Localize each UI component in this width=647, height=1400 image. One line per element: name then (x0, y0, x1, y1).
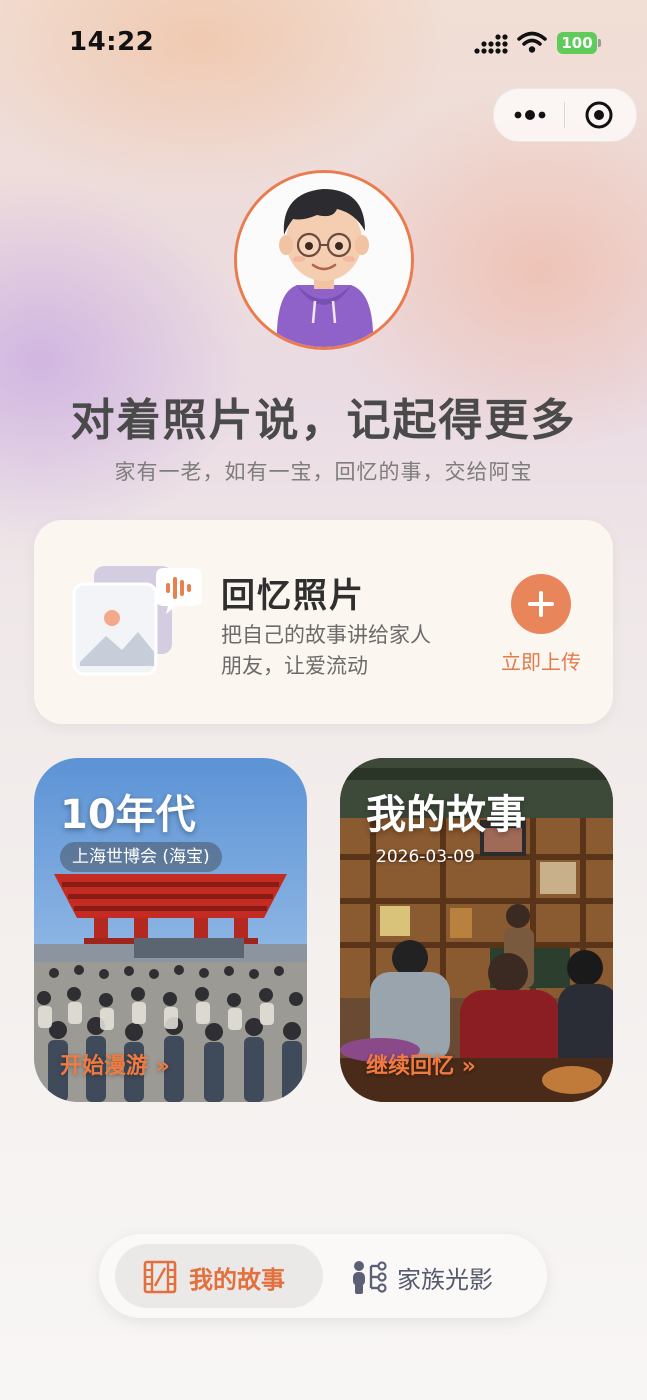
upload-card-title: 回忆照片 (221, 576, 365, 616)
story-card-expo[interactable]: 10年代 上海世博会 (海宝) 开始漫游 » (34, 758, 307, 1102)
photo-voice-icon (72, 566, 202, 676)
tab-family-light[interactable]: 家族光影 (339, 1244, 535, 1308)
bottom-tabbar: 我的故事 家族光影 (99, 1234, 547, 1318)
story-tag: 上海世博会 (海宝) (60, 842, 222, 872)
upload-card-description-line2: 朋友，让爱流动 (221, 654, 368, 678)
film-icon (143, 1260, 177, 1294)
signal-icon (474, 34, 508, 54)
upload-card-description-line1: 把自己的故事讲给家人 (221, 623, 431, 647)
close-target-icon[interactable] (584, 100, 614, 130)
tab-my-story[interactable]: 我的故事 (115, 1244, 323, 1308)
story-title: 我的故事 (366, 792, 526, 838)
page-subtitle: 家有一老，如有一宝，回忆的事，交给阿宝 (114, 460, 533, 484)
upload-photo-card[interactable]: 回忆照片 把自己的故事讲给家人 朋友，让爱流动 立即上传 (34, 520, 613, 724)
story-card-my-story[interactable]: 我的故事 2026-03-09 继续回忆 » (340, 758, 613, 1102)
family-tree-icon (353, 1261, 387, 1294)
continue-memory-link[interactable]: 继续回忆 » (366, 1048, 476, 1080)
battery-icon: 100 (557, 32, 601, 54)
story-era-title: 10年代 (60, 792, 196, 838)
avatar[interactable] (234, 170, 414, 350)
more-icon[interactable] (512, 103, 548, 127)
story-date: 2026-03-09 (376, 847, 475, 867)
page-title: 对着照片说，记起得更多 (70, 395, 577, 446)
status-time: 14:22 (69, 27, 155, 57)
tab-family-light-label: 家族光影 (397, 1266, 493, 1294)
start-roaming-link[interactable]: 开始漫游 » (60, 1048, 170, 1080)
upload-button-label[interactable]: 立即上传 (491, 646, 591, 675)
wifi-icon (517, 31, 547, 53)
tab-my-story-label: 我的故事 (189, 1266, 285, 1294)
upload-plus-button[interactable] (511, 574, 571, 634)
battery-level: 100 (557, 32, 597, 54)
upload-card-description: 把自己的故事讲给家人 朋友，让爱流动 (221, 620, 461, 682)
mini-program-capsule (493, 88, 637, 142)
